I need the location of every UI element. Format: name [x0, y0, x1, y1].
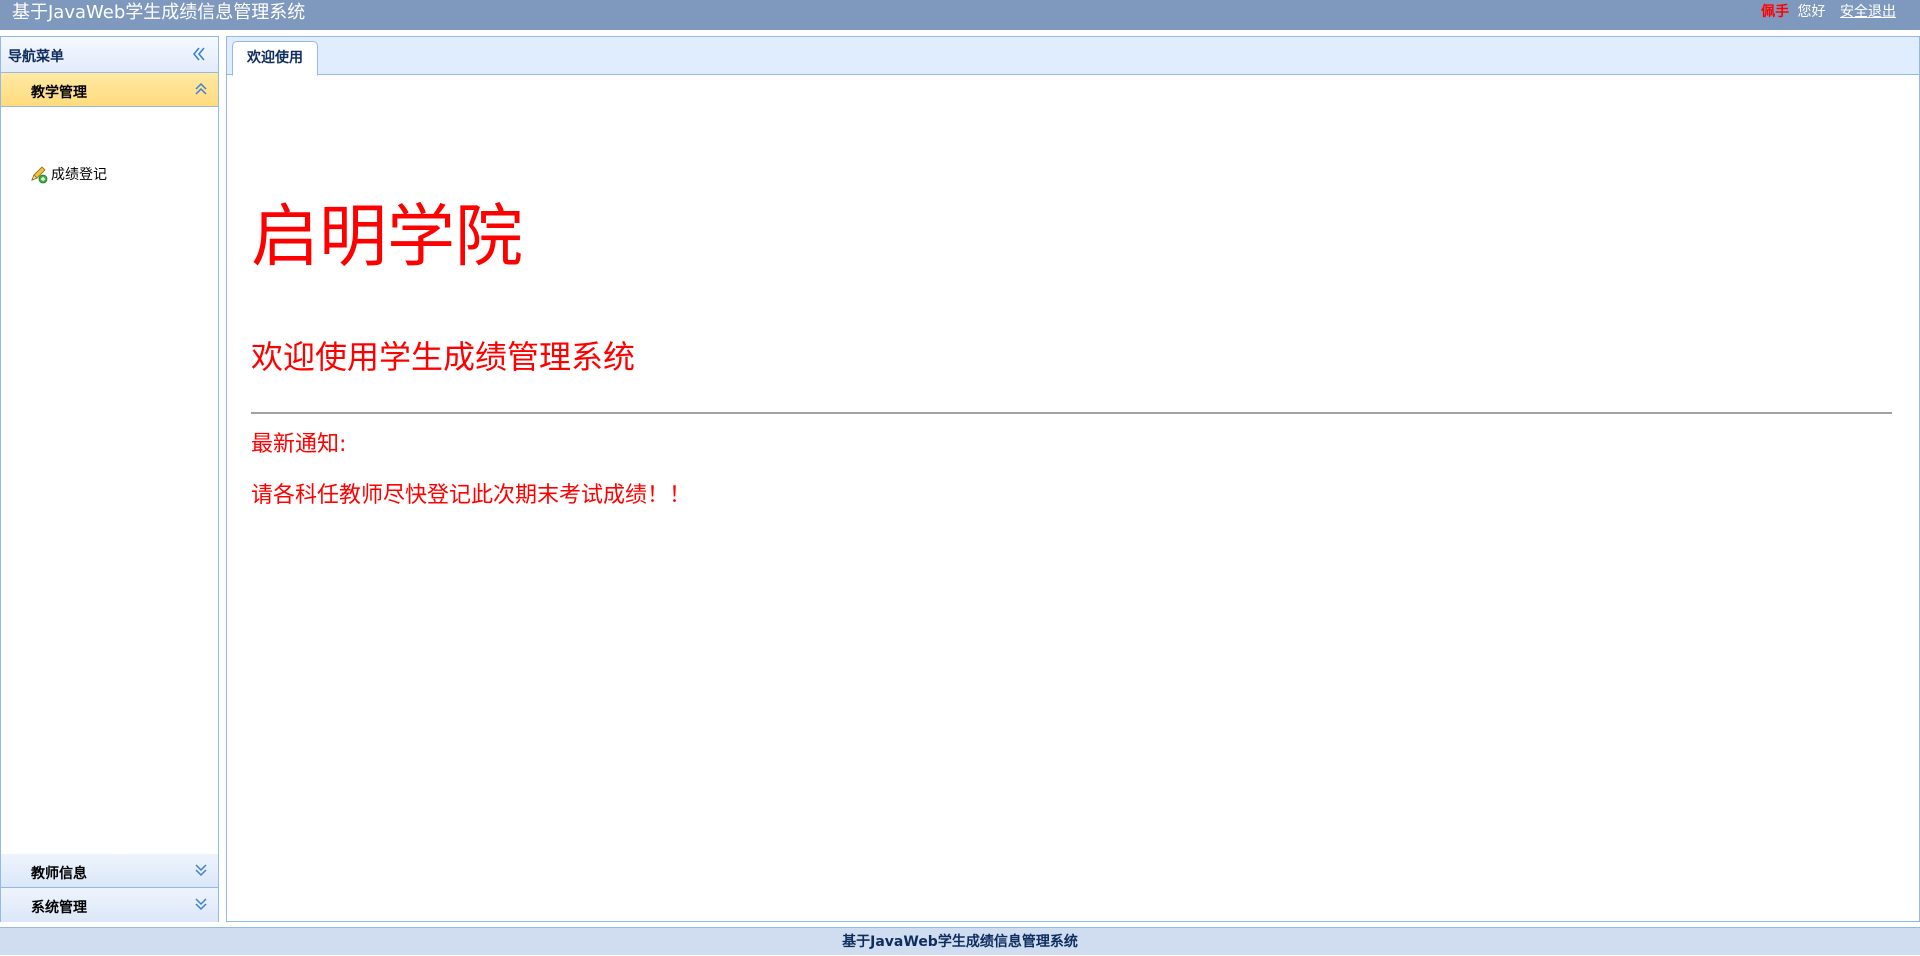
app-header: 基于JavaWeb学生成绩信息管理系统 佩手 您好 安全退出: [0, 0, 1920, 30]
username: 佩手: [1761, 4, 1790, 20]
panel-system-management[interactable]: 系统管理: [1, 888, 218, 922]
menu-item-label: 成绩登记: [51, 167, 107, 183]
main-panel: 欢迎使用 启明学院 欢迎使用学生成绩管理系统 最新通知: 请各科任教师尽快登记此…: [226, 36, 1920, 922]
panel-label: 教师信息: [31, 866, 87, 882]
notice-title: 最新通知:: [251, 432, 347, 457]
double-chevron-up-icon[interactable]: [193, 81, 209, 97]
panel-teaching-management[interactable]: 教学管理: [1, 73, 218, 107]
school-name: 启明学院: [251, 198, 524, 277]
navigation-sidebar: 导航菜单 教学管理 成绩登记 教师信息 系统管理: [0, 36, 219, 922]
sidebar-header: 导航菜单: [1, 37, 218, 73]
welcome-heading: 欢迎使用学生成绩管理系统: [251, 338, 636, 376]
tab-welcome[interactable]: 欢迎使用: [232, 41, 318, 76]
app-footer: 基于JavaWeb学生成绩信息管理系统: [0, 927, 1920, 955]
double-chevron-down-icon[interactable]: [193, 896, 209, 912]
pencil-icon: [31, 166, 48, 184]
panel-label: 教学管理: [31, 85, 87, 101]
double-chevron-left-icon[interactable]: [190, 45, 208, 63]
logout-link[interactable]: 安全退出: [1840, 4, 1896, 20]
notice-text: 请各科任教师尽快登记此次期末考试成绩！！: [251, 483, 692, 508]
panel-body-teaching: 成绩登记: [1, 108, 218, 888]
app-title: 基于JavaWeb学生成绩信息管理系统: [12, 2, 306, 23]
panel-label: 系统管理: [31, 900, 87, 916]
panel-teacher-info[interactable]: 教师信息: [1, 854, 218, 888]
tab-bar: 欢迎使用: [227, 37, 1919, 76]
sidebar-title: 导航菜单: [8, 49, 64, 65]
double-chevron-down-icon[interactable]: [193, 862, 209, 878]
greeting-text: 您好: [1797, 4, 1826, 20]
menu-item-score-entry[interactable]: 成绩登记: [29, 164, 107, 184]
user-box: 佩手 您好 安全退出: [1761, 3, 1896, 21]
divider: [251, 412, 1892, 414]
